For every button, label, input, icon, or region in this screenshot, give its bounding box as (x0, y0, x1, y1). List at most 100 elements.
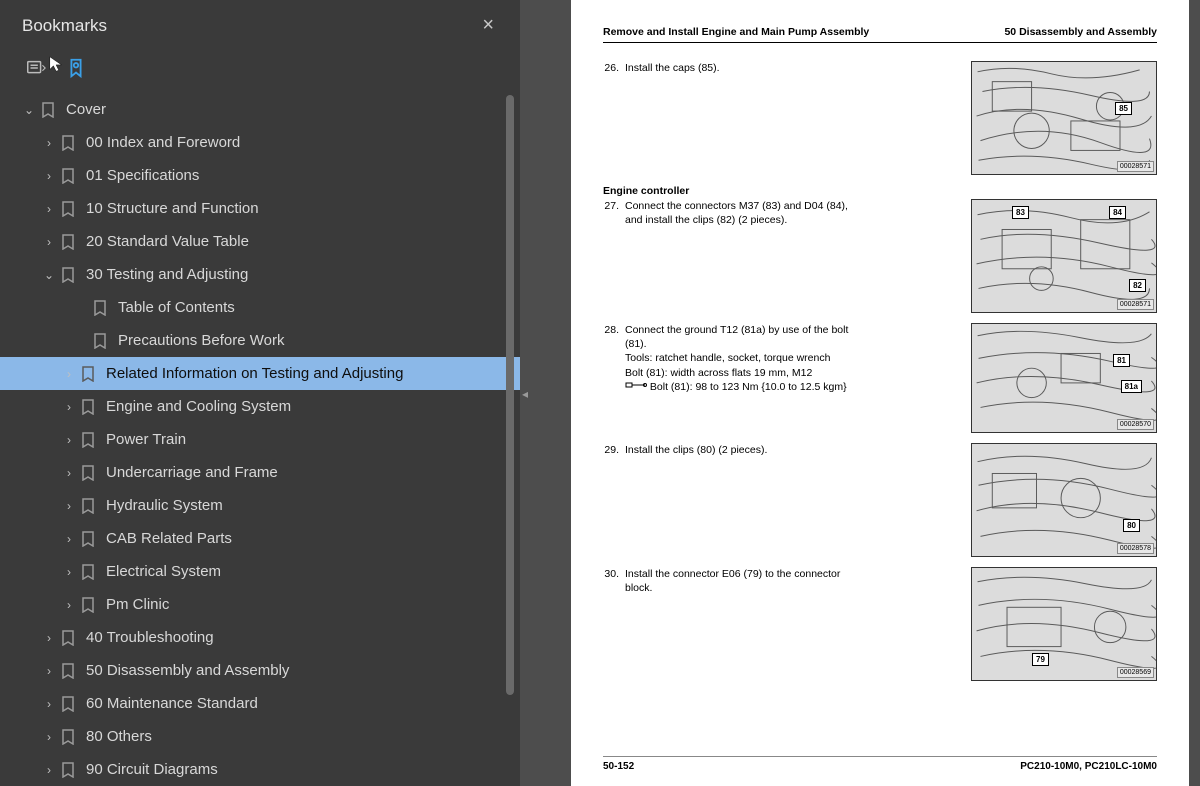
header-left: Remove and Install Engine and Main Pump … (603, 26, 869, 38)
chevron-down-icon[interactable]: ⌄ (40, 268, 58, 282)
bookmark-icon (78, 597, 98, 613)
bookmark-icon (58, 696, 78, 712)
tree-item-cover[interactable]: ⌄ Cover (0, 93, 520, 126)
outline-options-button[interactable] (22, 57, 50, 79)
scrollbar[interactable] (506, 95, 514, 695)
chevron-right-icon[interactable]: › (60, 433, 78, 447)
tree-label: Undercarriage and Frame (106, 464, 278, 481)
panel-divider[interactable]: ◂ (520, 0, 560, 786)
tree-label: Engine and Cooling System (106, 398, 291, 415)
tree-item-30-under[interactable]: › Undercarriage and Frame (0, 456, 520, 489)
step-number: 29. (603, 443, 625, 557)
bookmarks-panel: Bookmarks × ⌄ Cover ›00 Index and Forewo… (0, 0, 520, 786)
tree-item-30-power[interactable]: ›Power Train (0, 423, 520, 456)
tree-label: Cover (66, 101, 106, 118)
chevron-right-icon[interactable]: › (40, 697, 58, 711)
document-viewport[interactable]: Remove and Install Engine and Main Pump … (560, 0, 1200, 786)
tree-item-30-pm[interactable]: ›Pm Clinic (0, 588, 520, 621)
chevron-right-icon[interactable]: › (60, 598, 78, 612)
tree-item-00[interactable]: ›00 Index and Foreword (0, 126, 520, 159)
close-icon[interactable]: × (474, 10, 502, 41)
tree-label: Hydraulic System (106, 497, 223, 514)
bookmark-icon (58, 729, 78, 745)
chevron-right-icon[interactable]: › (40, 202, 58, 216)
tree-item-30-hyd[interactable]: › Hydraulic System (0, 489, 520, 522)
callout-81: 81 (1113, 354, 1130, 367)
step-line: Bolt (81): 98 to 123 Nm {10.0 to 12.5 kg… (625, 380, 863, 394)
bookmark-icon (78, 366, 98, 382)
figure-27: 83 84 82 00028571 (971, 199, 1157, 313)
step-26: 26. Install the caps (85). 85 00028571 (603, 61, 1157, 175)
chevron-right-icon[interactable]: › (40, 169, 58, 183)
tree-item-30-cab[interactable]: ›CAB Related Parts (0, 522, 520, 555)
page-header: Remove and Install Engine and Main Pump … (603, 26, 1157, 43)
chevron-right-icon[interactable]: › (40, 730, 58, 744)
footer-model: PC210-10M0, PC210LC-10M0 (1020, 761, 1157, 772)
tree-label: 60 Maintenance Standard (86, 695, 258, 712)
chevron-right-icon[interactable]: › (40, 631, 58, 645)
figure-id: 00028578 (1117, 543, 1154, 554)
tree-label: 20 Standard Value Table (86, 233, 249, 250)
figure-id: 00028569 (1117, 667, 1154, 678)
step-number: 26. (603, 61, 625, 175)
callout-80: 80 (1123, 519, 1140, 532)
bookmark-icon (58, 762, 78, 778)
tree-item-20[interactable]: › 20 Standard Value Table (0, 225, 520, 258)
callout-82: 82 (1129, 279, 1146, 292)
tree-label: Related Information on Testing and Adjus… (106, 365, 403, 382)
page-footer: 50-152 PC210-10M0, PC210LC-10M0 (603, 756, 1157, 772)
figure-28: 81 81a 00028570 (971, 323, 1157, 433)
tree-item-30-toc[interactable]: Table of Contents (0, 291, 520, 324)
bookmark-icon (58, 663, 78, 679)
tree-item-30[interactable]: ⌄30 Testing and Adjusting (0, 258, 520, 291)
callout-84: 84 (1109, 206, 1126, 219)
tree-label: Table of Contents (118, 299, 235, 316)
chevron-right-icon[interactable]: › (40, 664, 58, 678)
tree-label: 50 Disassembly and Assembly (86, 662, 289, 679)
tree-label: 90 Circuit Diagrams (86, 761, 218, 778)
chevron-right-icon[interactable]: › (60, 499, 78, 513)
step-29: 29. Install the clips (80) (2 pieces). 8… (603, 443, 1157, 557)
tree-item-30-elec[interactable]: ›Electrical System (0, 555, 520, 588)
tree-item-80[interactable]: ›80 Others (0, 720, 520, 753)
tree-item-30-related[interactable]: › Related Information on Testing and Adju… (0, 357, 520, 390)
chevron-right-icon[interactable]: › (40, 235, 58, 249)
bookmark-icon (90, 300, 110, 316)
step-27: 27. Connect the connectors M37 (83) and … (603, 199, 1157, 313)
step-28: 28. Connect the ground T12 (81a) by use … (603, 323, 1157, 433)
step-number: 27. (603, 199, 625, 313)
tree-item-90[interactable]: › 90 Circuit Diagrams (0, 753, 520, 786)
tree-item-10[interactable]: ›10 Structure and Function (0, 192, 520, 225)
tree-item-30-engine[interactable]: › Engine and Cooling System (0, 390, 520, 423)
tree-label: 40 Troubleshooting (86, 629, 214, 646)
chevron-right-icon[interactable]: › (60, 565, 78, 579)
figure-id: 00028571 (1117, 161, 1154, 172)
collapse-handle-icon[interactable]: ◂ (520, 380, 530, 408)
subheading-engine-controller: Engine controller (603, 185, 1157, 197)
chevron-right-icon[interactable]: › (60, 466, 78, 480)
bookmark-icon (78, 432, 98, 448)
tree-item-30-prec[interactable]: Precautions Before Work (0, 324, 520, 357)
bookmark-icon (90, 333, 110, 349)
tree-item-50[interactable]: › 50 Disassembly and Assembly (0, 654, 520, 687)
tree-item-60[interactable]: › 60 Maintenance Standard (0, 687, 520, 720)
tree-item-40[interactable]: › 40 Troubleshooting (0, 621, 520, 654)
step-text: Install the caps (85). (625, 61, 863, 175)
chevron-down-icon[interactable]: ⌄ (20, 103, 38, 117)
bookmark-ribbon-icon[interactable] (62, 57, 90, 79)
bookmark-icon (58, 630, 78, 646)
chevron-right-icon[interactable]: › (60, 367, 78, 381)
tree-item-01[interactable]: ›01 Specifications (0, 159, 520, 192)
chevron-right-icon[interactable]: › (40, 136, 58, 150)
callout-85: 85 (1115, 102, 1132, 115)
chevron-right-icon[interactable]: › (40, 763, 58, 777)
torque-value: Bolt (81): 98 to 123 Nm {10.0 to 12.5 kg… (650, 381, 847, 393)
callout-83: 83 (1012, 206, 1029, 219)
step-30: 30. Install the connector E06 (79) to th… (603, 567, 1157, 681)
bookmarks-title: Bookmarks (22, 16, 107, 36)
callout-81a: 81a (1121, 380, 1142, 393)
chevron-right-icon[interactable]: › (60, 532, 78, 546)
chevron-right-icon[interactable]: › (60, 400, 78, 414)
step-text: Connect the ground T12 (81a) by use of t… (625, 323, 863, 433)
bookmarks-toolbar (0, 51, 520, 89)
